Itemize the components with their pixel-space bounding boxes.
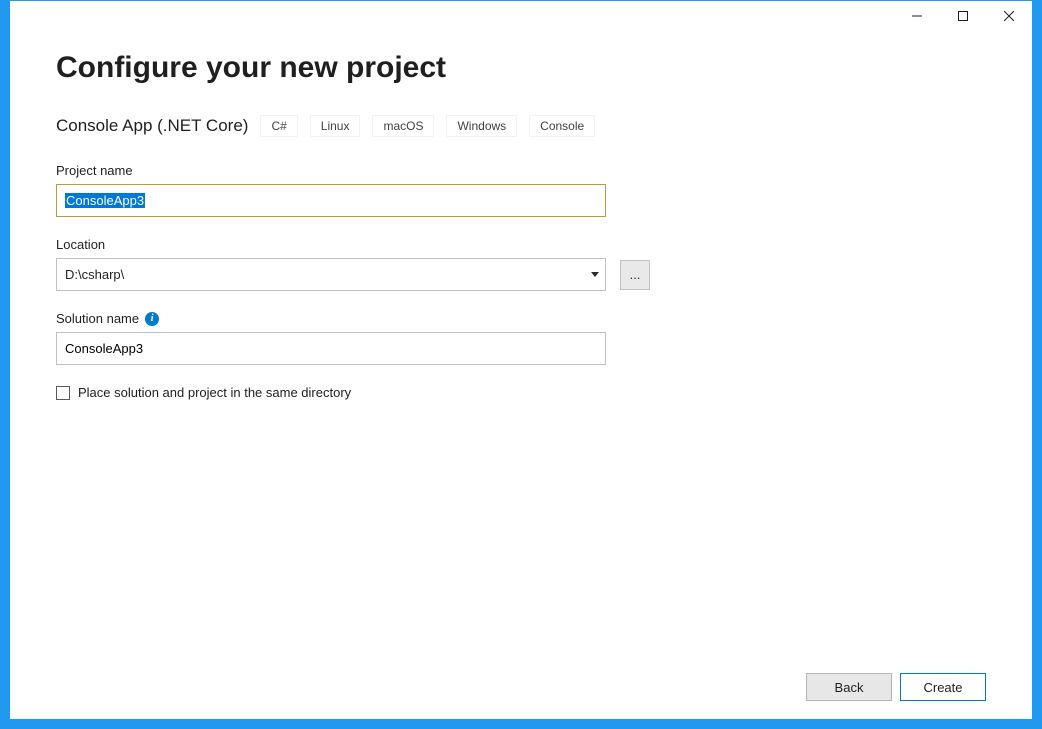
solution-name-input[interactable] xyxy=(56,332,606,365)
project-name-label: Project name xyxy=(56,163,986,178)
project-name-block: Project name ConsoleApp3 xyxy=(56,163,986,217)
solution-name-label: Solution name xyxy=(56,311,139,326)
tag-linux: Linux xyxy=(310,115,361,137)
same-dir-checkbox[interactable] xyxy=(56,386,70,400)
dialog-window: Configure your new project Console App (… xyxy=(9,0,1033,720)
project-name-input[interactable]: ConsoleApp3 xyxy=(56,184,606,217)
tag-console: Console xyxy=(529,115,595,137)
page-title: Configure your new project xyxy=(56,51,986,85)
close-icon xyxy=(1004,11,1014,21)
tag-csharp: C# xyxy=(260,115,297,137)
template-row: Console App (.NET Core) C# Linux macOS W… xyxy=(56,115,986,137)
info-icon[interactable]: i xyxy=(145,312,159,326)
minimize-icon xyxy=(912,11,922,21)
chevron-down-icon xyxy=(591,272,599,277)
footer: Back Create xyxy=(10,655,1032,719)
close-button[interactable] xyxy=(986,1,1032,31)
solution-name-block: Solution name i xyxy=(56,311,986,365)
browse-button[interactable]: ... xyxy=(620,260,650,290)
same-dir-row: Place solution and project in the same d… xyxy=(56,385,986,400)
maximize-icon xyxy=(958,11,968,21)
minimize-button[interactable] xyxy=(894,1,940,31)
location-label: Location xyxy=(56,237,986,252)
template-name: Console App (.NET Core) xyxy=(56,116,248,136)
location-block: Location D:\csharp\ ... xyxy=(56,237,986,291)
create-button[interactable]: Create xyxy=(900,673,986,701)
location-value: D:\csharp\ xyxy=(65,267,124,282)
location-combo[interactable]: D:\csharp\ xyxy=(56,258,606,291)
titlebar xyxy=(10,1,1032,31)
content-area: Configure your new project Console App (… xyxy=(10,31,1032,655)
maximize-button[interactable] xyxy=(940,1,986,31)
back-button[interactable]: Back xyxy=(806,673,892,701)
project-name-value: ConsoleApp3 xyxy=(65,193,145,208)
tag-windows: Windows xyxy=(446,115,517,137)
same-dir-label: Place solution and project in the same d… xyxy=(78,385,351,400)
tag-macos: macOS xyxy=(372,115,434,137)
